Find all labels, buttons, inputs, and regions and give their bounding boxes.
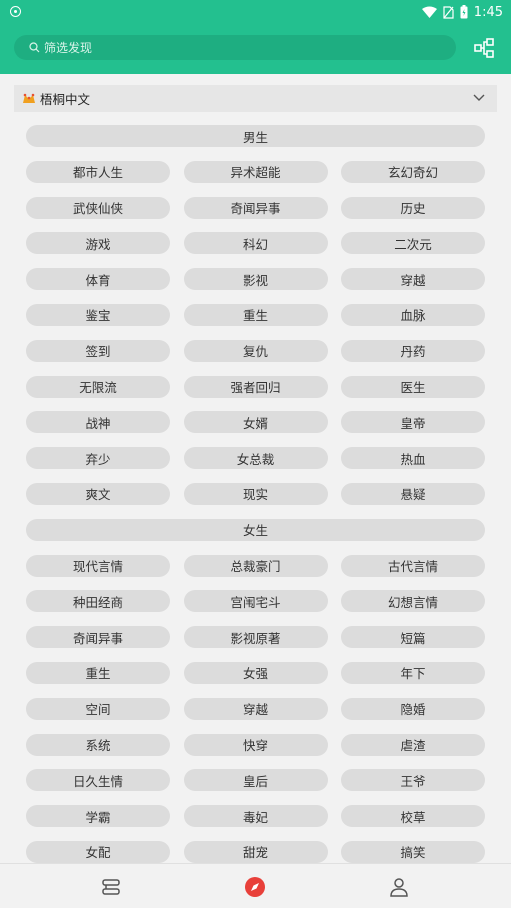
category-row: 签到 复仇 丹药 (26, 339, 485, 362)
category-tag[interactable]: 女总裁 (183, 447, 328, 470)
category-tag[interactable]: 空间 (26, 697, 170, 720)
category-tag[interactable]: 热血 (341, 447, 485, 470)
category-row: 奇闻异事 影视原著 短篇 (26, 626, 485, 649)
category-tag[interactable]: 复仇 (183, 339, 328, 362)
category-tag[interactable]: 古代言情 (341, 554, 485, 577)
category-row: 种田经商 宫闱宅斗 幻想言情 (26, 590, 485, 613)
compass-icon[interactable] (244, 876, 266, 898)
category-tag[interactable]: 毒妃 (183, 805, 328, 828)
category-tag[interactable]: 强者回归 (183, 375, 328, 398)
app-bar: 筛选发现 (0, 24, 511, 74)
category-row: 现代言情 总裁豪门 古代言情 (26, 554, 485, 577)
section-header[interactable]: 男生 (26, 125, 485, 147)
category-tag[interactable]: 二次元 (341, 232, 485, 255)
category-tag[interactable]: 女配 (26, 840, 170, 863)
category-tag[interactable]: 王爷 (341, 769, 485, 792)
bottom-nav (0, 863, 511, 908)
notification-icon (10, 6, 21, 17)
category-tag[interactable]: 虐渣 (341, 733, 485, 756)
category-row: 学霸 毒妃 校草 (26, 805, 485, 828)
category-tag[interactable]: 医生 (341, 375, 485, 398)
category-row: 日久生情 皇后 王爷 (26, 769, 485, 792)
category-tag[interactable]: 爽文 (26, 482, 170, 505)
category-tag[interactable]: 奇闻异事 (26, 626, 170, 649)
category-row: 武侠仙侠 奇闻异事 历史 (26, 196, 485, 219)
search-icon (29, 42, 40, 53)
category-tag[interactable]: 奇闻异事 (183, 196, 328, 219)
category-row: 体育 影视 穿越 (26, 268, 485, 291)
category-tag[interactable]: 历史 (341, 196, 485, 219)
category-tag[interactable]: 重生 (183, 303, 328, 326)
category-tag[interactable]: 短篇 (341, 626, 485, 649)
category-row: 系统 快穿 虐渣 (26, 733, 485, 756)
source-name: 梧桐中文 (40, 92, 91, 107)
category-row: 弃少 女总裁 热血 (26, 447, 485, 470)
category-tag[interactable]: 女强 (183, 661, 328, 684)
category-tag[interactable]: 血脉 (341, 303, 485, 326)
category-row: 鉴宝 重生 血脉 (26, 303, 485, 326)
category-tag[interactable]: 校草 (341, 805, 485, 828)
category-row: 空间 穿越 隐婚 (26, 697, 485, 720)
category-tag[interactable]: 签到 (26, 339, 170, 362)
category-tag[interactable]: 重生 (26, 661, 170, 684)
category-tag[interactable]: 弃少 (26, 447, 170, 470)
status-time: 1:45 (473, 4, 503, 20)
category-tag[interactable]: 搞笑 (341, 840, 485, 863)
search-input[interactable]: 筛选发现 (14, 35, 456, 60)
bookshelf-icon[interactable] (100, 876, 122, 898)
category-tag[interactable]: 玄幻奇幻 (341, 160, 485, 183)
category-tag[interactable]: 都市人生 (26, 160, 170, 183)
category-row: 无限流 强者回归 医生 (26, 375, 485, 398)
category-tag[interactable]: 系统 (26, 733, 170, 756)
tree-structure-icon[interactable] (473, 37, 495, 59)
category-tag[interactable]: 异术超能 (183, 160, 328, 183)
category-tag[interactable]: 武侠仙侠 (26, 196, 170, 219)
category-tag[interactable]: 日久生情 (26, 769, 170, 792)
category-tag[interactable]: 穿越 (341, 268, 485, 291)
category-row: 都市人生 异术超能 玄幻奇幻 (26, 160, 485, 183)
category-tag[interactable]: 科幻 (183, 232, 328, 255)
category-tag[interactable]: 隐婚 (341, 697, 485, 720)
source-logo-icon (23, 93, 35, 103)
category-tag[interactable]: 现代言情 (26, 554, 170, 577)
status-bar: 1:45 (0, 0, 511, 24)
category-tag[interactable]: 女婿 (183, 411, 328, 434)
section-header[interactable]: 女生 (26, 518, 485, 541)
chevron-down-icon (473, 94, 485, 101)
category-tag[interactable]: 宫闱宅斗 (183, 590, 328, 613)
category-tag[interactable]: 游戏 (26, 232, 170, 255)
search-placeholder: 筛选发现 (44, 41, 93, 55)
source-selector[interactable]: 梧桐中文 (14, 85, 497, 112)
category-tag[interactable]: 鉴宝 (26, 303, 170, 326)
category-tag[interactable]: 皇帝 (341, 411, 485, 434)
category-tag[interactable]: 皇后 (183, 769, 328, 792)
person-icon[interactable] (388, 876, 410, 898)
category-tag[interactable]: 学霸 (26, 805, 170, 828)
category-tag[interactable]: 丹药 (341, 339, 485, 362)
category-tag[interactable]: 悬疑 (341, 482, 485, 505)
category-tag[interactable]: 年下 (341, 661, 485, 684)
category-tag[interactable]: 种田经商 (26, 590, 170, 613)
category-row: 游戏 科幻 二次元 (26, 232, 485, 255)
category-tag[interactable]: 影视原著 (183, 626, 328, 649)
category-row: 爽文 现实 悬疑 (26, 482, 485, 505)
battery-icon (460, 5, 468, 19)
category-grid: 男生 都市人生 异术超能 玄幻奇幻 武侠仙侠 奇闻异事 历史 游戏 科幻 二次元 体育 影视 穿越 鉴宝重… (26, 125, 485, 877)
category-tag[interactable]: 幻想言情 (341, 590, 485, 613)
category-tag[interactable]: 体育 (26, 268, 170, 291)
category-tag[interactable]: 穿越 (183, 697, 328, 720)
wifi-icon (421, 6, 437, 18)
category-tag[interactable]: 甜宠 (183, 840, 328, 863)
no-sim-icon (443, 5, 454, 19)
category-row: 女配 甜宠 搞笑 (26, 840, 485, 863)
category-tag[interactable]: 快穿 (183, 733, 328, 756)
category-tag[interactable]: 影视 (183, 268, 328, 291)
category-row: 重生 女强 年下 (26, 661, 485, 684)
category-tag[interactable]: 现实 (183, 482, 328, 505)
category-tag[interactable]: 总裁豪门 (183, 554, 328, 577)
category-tag[interactable]: 无限流 (26, 375, 170, 398)
category-row: 战神 女婿 皇帝 (26, 411, 485, 434)
category-tag[interactable]: 战神 (26, 411, 170, 434)
